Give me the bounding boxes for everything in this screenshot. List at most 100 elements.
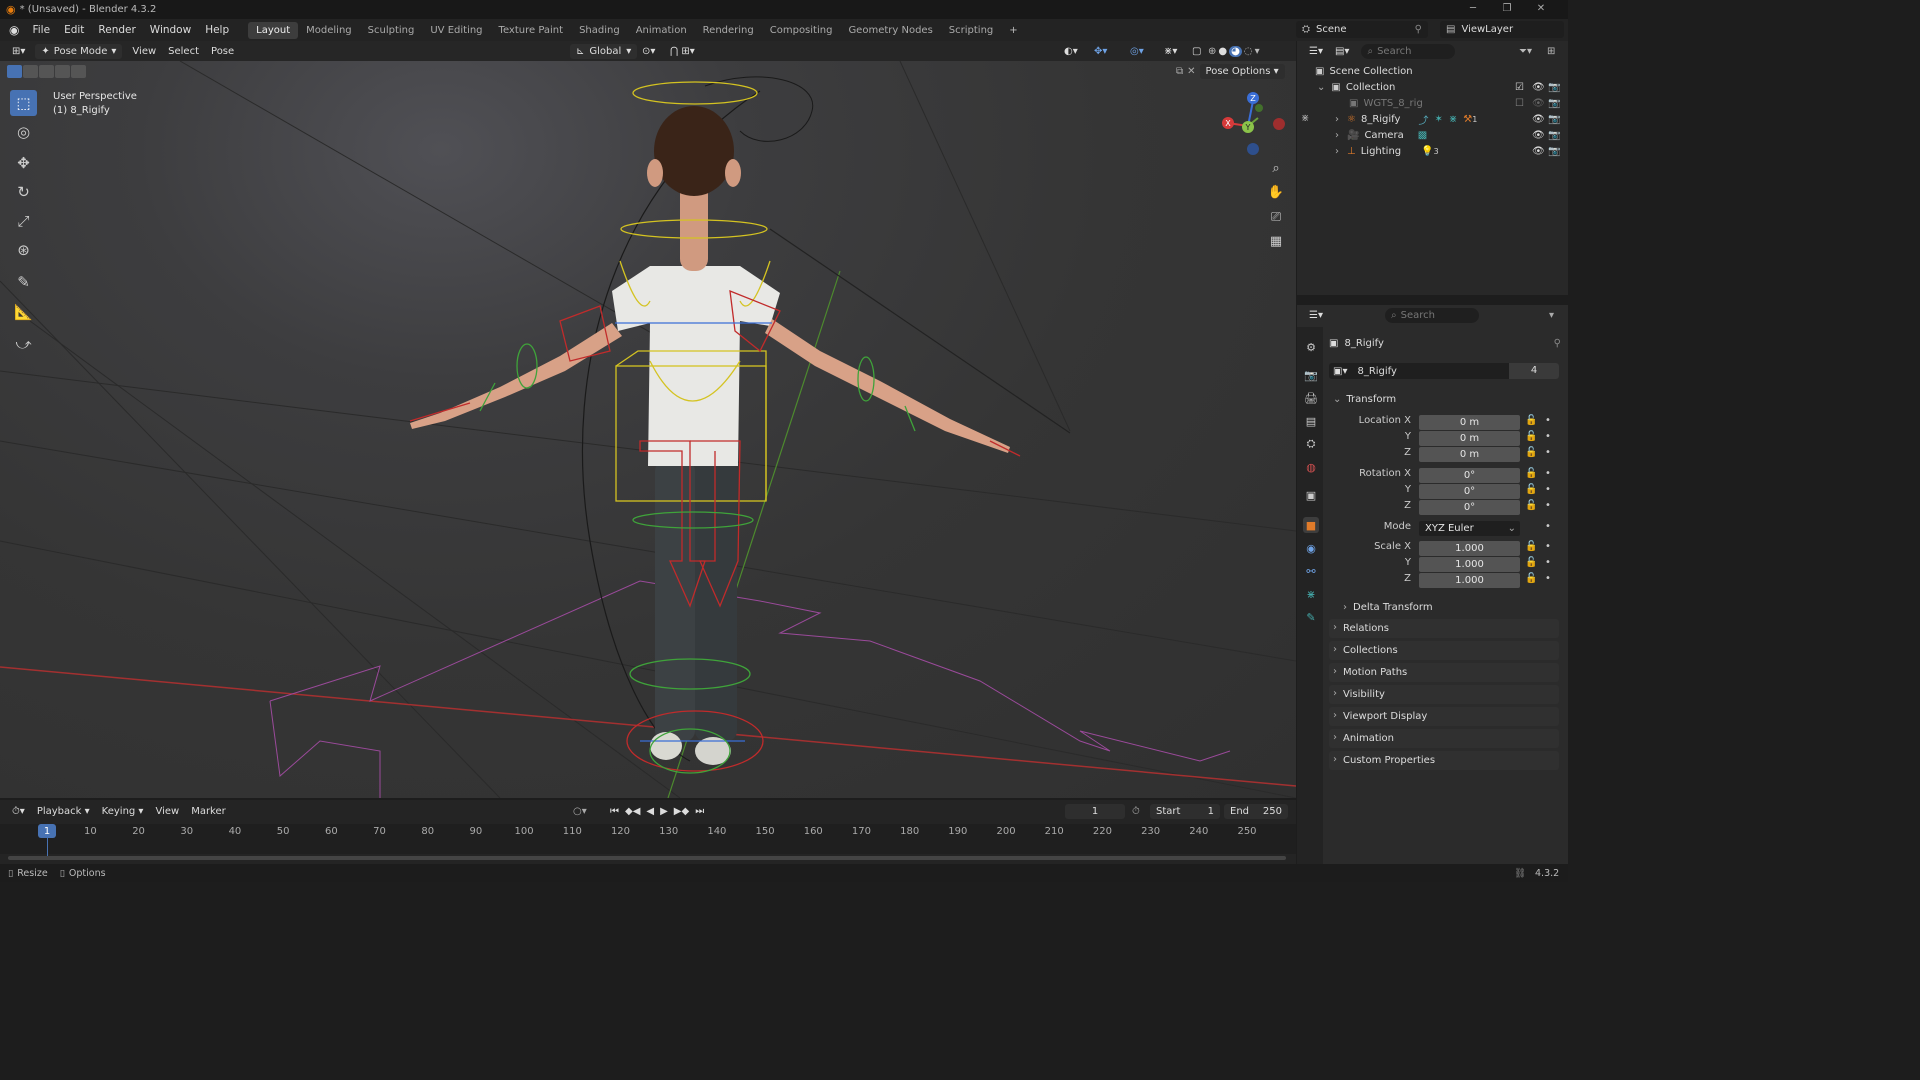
viewport-3d[interactable]: User Perspective (1) 8_Rigify ⬚ ◎ ✥ ↻ ⤢ …	[0, 61, 1296, 798]
keyframe-dot-icon[interactable]: •	[1545, 557, 1551, 568]
annotate-tool-icon[interactable]: ✎	[10, 269, 37, 295]
prev-keyframe-icon[interactable]: ◆◀	[625, 806, 640, 817]
data-block-selector[interactable]: ▣▾ 8_Rigify 4	[1329, 363, 1559, 379]
select-box-tool-icon[interactable]: ⬚	[10, 90, 37, 116]
tree-row-wgts[interactable]: ▣ WGTS_8_rig ☐ 👁 📷	[1297, 95, 1568, 111]
menu-playback[interactable]: Playback ▾	[31, 804, 96, 819]
new-collection-icon[interactable]: ⊞	[1547, 46, 1555, 57]
menu-render[interactable]: Render	[91, 24, 142, 36]
menu-marker[interactable]: Marker	[185, 804, 232, 819]
mode-dropdown[interactable]: ✦ Pose Mode ▾	[35, 43, 123, 59]
start-frame-field[interactable]: Start 1	[1150, 803, 1220, 819]
menu-keying[interactable]: Keying ▾	[96, 804, 150, 819]
lock-icon[interactable]: 🔓	[1525, 500, 1537, 511]
pose-options-dropdown[interactable]: Pose Options ▾	[1199, 64, 1285, 79]
checkbox-icon[interactable]: ☑	[1515, 82, 1524, 93]
outliner-search-input[interactable]: ⌕ Search	[1361, 43, 1456, 59]
keyframe-dot-icon[interactable]: •	[1545, 484, 1551, 495]
next-keyframe-icon[interactable]: ▶◆	[674, 806, 689, 817]
select-new-icon[interactable]	[7, 65, 22, 78]
menu-timeline-view[interactable]: View	[149, 804, 185, 819]
display-mode-icon[interactable]: ▤▾	[1329, 44, 1355, 59]
keyframe-dot-icon[interactable]: •	[1545, 468, 1551, 479]
lock-icon[interactable]: 🔓	[1525, 573, 1537, 584]
expand-icon[interactable]: ›	[1335, 114, 1339, 125]
tab-layout[interactable]: Layout	[248, 21, 299, 39]
lock-icon[interactable]: 🔓	[1525, 415, 1537, 426]
jump-start-icon[interactable]: ⏮	[610, 806, 619, 817]
tree-row-camera[interactable]: › 🎥 Camera ▩ 👁 📷	[1297, 127, 1568, 143]
x-mirror-icon[interactable]: ✕	[1187, 66, 1195, 77]
menu-window[interactable]: Window	[143, 24, 198, 36]
jump-end-icon[interactable]: ⏭	[695, 806, 704, 817]
camera-render-icon[interactable]: 📷	[1548, 98, 1560, 109]
camera-render-icon[interactable]: 📷	[1548, 82, 1560, 93]
add-workspace-icon[interactable]: +	[1001, 22, 1025, 39]
play-reverse-icon[interactable]: ◀	[646, 806, 654, 817]
rotation-x-field[interactable]: 0°	[1419, 468, 1520, 483]
properties-search-input[interactable]: ⌕ Search	[1385, 307, 1479, 323]
play-icon[interactable]: ▶	[660, 806, 668, 817]
solid-shading-icon[interactable]: ●	[1218, 46, 1227, 57]
keyframe-dot-icon[interactable]: •	[1545, 541, 1551, 552]
measure-tool-icon[interactable]: 📐	[10, 299, 37, 325]
scale-x-field[interactable]: 1.000	[1419, 541, 1520, 556]
tab-geometry-nodes[interactable]: Geometry Nodes	[840, 22, 940, 39]
move-tool-icon[interactable]: ✥	[10, 150, 37, 176]
tab-compositing[interactable]: Compositing	[762, 22, 841, 39]
overlays-icon[interactable]: ◎▾	[1124, 44, 1150, 59]
camera-view-icon[interactable]: ⎚	[1265, 206, 1287, 228]
mirror-icon[interactable]: ⧉	[1176, 66, 1183, 77]
timeline-scrollbar[interactable]	[8, 856, 1286, 860]
users-count[interactable]: 4	[1509, 363, 1559, 379]
transform-orientation-dropdown[interactable]: ⊾ Global ▾	[570, 43, 638, 59]
minimize-icon[interactable]: ─	[1456, 0, 1490, 19]
snap-icon[interactable]: ⋂ ⊞▾	[664, 44, 701, 59]
select-invert-icon[interactable]	[55, 65, 70, 78]
lock-icon[interactable]: 🔓	[1525, 447, 1537, 458]
scene-selector[interactable]: ⛭ Scene ⚲	[1296, 21, 1428, 38]
menu-file[interactable]: File	[25, 24, 57, 36]
tree-row-scene-collection[interactable]: ▣ Scene Collection	[1297, 63, 1568, 79]
keyframe-dot-icon[interactable]: •	[1545, 431, 1551, 442]
eye-icon[interactable]: 👁	[1532, 114, 1545, 125]
rotation-y-field[interactable]: 0°	[1419, 484, 1520, 499]
pan-hand-icon[interactable]: ✋	[1265, 181, 1287, 203]
delta-transform-subpanel[interactable]: › Delta Transform	[1343, 599, 1559, 615]
panel-relations[interactable]: Relations	[1329, 618, 1559, 638]
bone-tab-icon[interactable]: ✎	[1303, 609, 1319, 625]
lock-icon[interactable]: 🔓	[1525, 468, 1537, 479]
menu-help[interactable]: Help	[198, 24, 236, 36]
transform-panel-header[interactable]: ⌄ Transform	[1329, 391, 1559, 407]
lock-icon[interactable]: 🔓	[1525, 484, 1537, 495]
output-tab-icon[interactable]: 🖨	[1303, 390, 1319, 406]
render-tab-icon[interactable]: 📷	[1303, 367, 1319, 383]
panel-collections[interactable]: Collections	[1329, 640, 1559, 660]
panel-custom-properties[interactable]: Custom Properties	[1329, 750, 1559, 770]
perspective-toggle-icon[interactable]: ▦	[1265, 230, 1287, 252]
expand-icon[interactable]: ›	[1335, 146, 1339, 157]
checkbox-icon[interactable]: ☐	[1515, 98, 1524, 109]
eye-icon[interactable]: 👁	[1532, 82, 1545, 93]
eye-icon[interactable]: 👁	[1532, 130, 1545, 141]
tree-row-collection[interactable]: ⌄ ▣ Collection ☑ 👁 📷	[1297, 79, 1568, 95]
outliner-side-icon[interactable]: ⋇	[1301, 113, 1309, 124]
tree-row-lighting[interactable]: › ⊥ Lighting 💡 3 👁 📷	[1297, 143, 1568, 159]
tool-tab-icon[interactable]: ⚙	[1303, 339, 1319, 355]
select-intersect-icon[interactable]	[71, 65, 86, 78]
scale-z-field[interactable]: 1.000	[1419, 573, 1520, 588]
location-x-field[interactable]: 0 m	[1419, 415, 1520, 430]
keyframe-dot-icon[interactable]: •	[1545, 521, 1551, 532]
menu-edit[interactable]: Edit	[57, 24, 91, 36]
editor-type-icon[interactable]: ⊞▾	[6, 44, 31, 59]
xray-icon[interactable]: ▢	[1186, 44, 1207, 59]
keyframe-dot-icon[interactable]: •	[1545, 500, 1551, 511]
keyframe-dot-icon[interactable]: •	[1545, 415, 1551, 426]
pin-icon[interactable]: ⚲	[1554, 338, 1561, 349]
bone-overlay-icon[interactable]: ⋇▾	[1158, 44, 1183, 59]
chevron-down-icon[interactable]: ▾	[1255, 46, 1260, 57]
tree-row-8-rigify[interactable]: › ⚛ 8_Rigify ⤴ ✶ ⋇ ⚒ 1 👁 📷	[1297, 111, 1568, 127]
keyframe-dot-icon[interactable]: •	[1545, 447, 1551, 458]
auto-key-icon[interactable]: ○▾	[573, 806, 587, 817]
tab-animation[interactable]: Animation	[628, 22, 695, 39]
